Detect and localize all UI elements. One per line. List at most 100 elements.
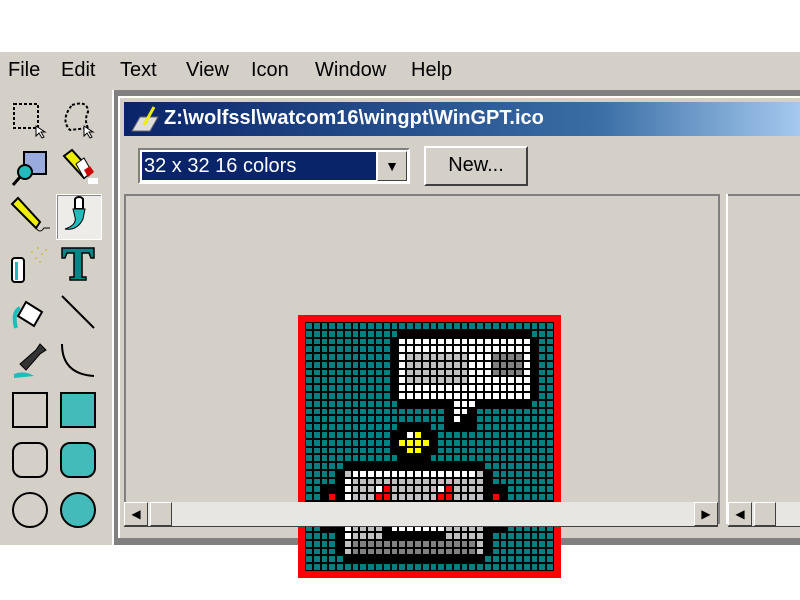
pixel-cell[interactable] [500,533,507,539]
pixel-cell[interactable] [422,556,429,563]
pixel-cell[interactable] [337,416,343,423]
pixel-cell[interactable] [453,533,460,539]
pixel-cell[interactable] [430,385,437,392]
pixel-cell[interactable] [453,556,460,563]
pixel-cell[interactable] [321,548,328,555]
pixel-cell[interactable] [376,354,382,360]
pixel-cell[interactable] [344,338,351,345]
pixel-cell[interactable] [547,354,553,360]
pixel-cell[interactable] [484,470,491,477]
pixel-cell[interactable] [414,385,421,392]
pixel-cell[interactable] [352,361,359,368]
pixel-cell[interactable] [523,470,530,477]
pixel-cell[interactable] [547,470,553,477]
pixel-cell[interactable] [313,486,320,493]
pixel-cell[interactable] [321,393,328,399]
pixel-cell[interactable] [484,408,491,415]
pixel-cell[interactable] [492,400,499,407]
pixel-cell[interactable] [414,447,421,454]
pixel-cell[interactable] [344,346,351,353]
airbrush-tool[interactable] [10,244,50,284]
pixel-cell[interactable] [352,424,359,430]
pixel-cell[interactable] [430,338,437,345]
pixel-cell[interactable] [461,463,468,469]
pixel-cell[interactable] [344,408,351,415]
dropdown-arrow-icon[interactable]: ▼ [377,151,407,181]
pixel-cell[interactable] [422,338,429,345]
pixel-cell[interactable] [523,478,530,485]
pixel-cell[interactable] [313,548,320,555]
pixel-cell[interactable] [446,354,452,360]
pixel-cell[interactable] [306,369,312,376]
pixel-cell[interactable] [484,400,491,407]
pixel-cell[interactable] [492,323,499,329]
pixel-cell[interactable] [523,400,530,407]
pixel-cell[interactable] [539,377,546,384]
pixel-cell[interactable] [399,494,406,500]
pixel-cell[interactable] [306,416,312,423]
pixel-cell[interactable] [368,548,375,555]
pixel-cell[interactable] [430,369,437,376]
pixel-cell[interactable] [391,400,398,407]
pixel-cell[interactable] [531,470,538,477]
pixel-cell[interactable] [360,486,367,493]
pixel-cell[interactable] [446,361,452,368]
pixel-cell[interactable] [531,330,538,337]
pixel-cell[interactable] [422,463,429,469]
pixel-cell[interactable] [337,478,343,485]
pixel-cell[interactable] [414,408,421,415]
pixel-cell[interactable] [492,361,499,368]
pixel-cell[interactable] [508,431,515,438]
pixel-cell[interactable] [539,486,546,493]
pixel-cell[interactable] [391,369,398,376]
rectangle-tool[interactable] [10,390,50,430]
pixel-cell[interactable] [516,486,522,493]
pixel-cell[interactable] [313,478,320,485]
pixel-cell[interactable] [430,455,437,462]
pixel-cell[interactable] [422,385,429,392]
pixel-cell[interactable] [306,393,312,399]
pixel-cell[interactable] [383,564,390,570]
pixel-cell[interactable] [539,354,546,360]
pixel-cell[interactable] [492,486,499,493]
pixel-cell[interactable] [508,416,515,423]
pixel-cell[interactable] [306,338,312,345]
pixel-cell[interactable] [492,369,499,376]
pixel-cell[interactable] [344,400,351,407]
pixel-cell[interactable] [329,556,336,563]
pixel-cell[interactable] [368,556,375,563]
pixel-cell[interactable] [500,494,507,500]
pixel-cell[interactable] [430,447,437,454]
pixel-cell[interactable] [477,494,483,500]
pixel-cell[interactable] [547,463,553,469]
pixel-cell[interactable] [446,447,452,454]
pixel-cell[interactable] [376,424,382,430]
pixel-cell[interactable] [399,330,406,337]
menu-window[interactable]: Window [315,59,386,82]
pixel-cell[interactable] [492,533,499,539]
pixel-cell[interactable] [313,354,320,360]
dropper-tool[interactable] [10,340,50,380]
pixel-cell[interactable] [344,463,351,469]
pixel-cell[interactable] [484,564,491,570]
pixel-cell[interactable] [516,533,522,539]
pixel-cell[interactable] [383,494,390,500]
pixel-cell[interactable] [477,548,483,555]
pixel-cell[interactable] [414,431,421,438]
pixel-cell[interactable] [446,548,452,555]
pixel-cell[interactable] [368,439,375,446]
pixel-cell[interactable] [461,338,468,345]
pixel-cell[interactable] [461,486,468,493]
pixel-cell[interactable] [516,338,522,345]
pixel-cell[interactable] [376,393,382,399]
pixel-cell[interactable] [376,494,382,500]
pixel-cell[interactable] [321,478,328,485]
pixel-cell[interactable] [531,564,538,570]
pixel-cell[interactable] [438,338,445,345]
pixel-cell[interactable] [484,556,491,563]
pixel-cell[interactable] [329,533,336,539]
pixel-cell[interactable] [461,346,468,353]
pixel-cell[interactable] [500,478,507,485]
pixel-cell[interactable] [407,564,413,570]
pixel-cell[interactable] [383,400,390,407]
